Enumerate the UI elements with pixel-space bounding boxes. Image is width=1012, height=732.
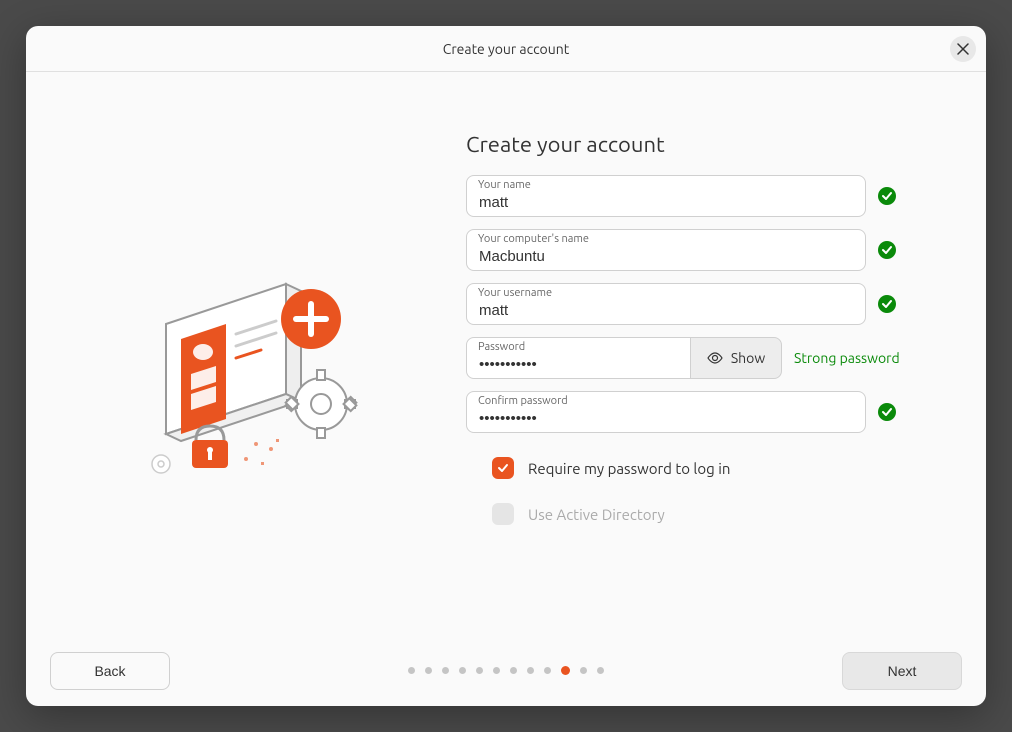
next-button[interactable]: Next (842, 652, 962, 690)
illustration-panel (66, 132, 446, 616)
titlebar: Create your account (26, 26, 986, 72)
name-row: Your name (466, 175, 926, 217)
username-row: Your username (466, 283, 926, 325)
confirm-row: Confirm password (466, 391, 926, 433)
check-icon (878, 187, 896, 205)
confirm-input[interactable] (466, 391, 866, 433)
installer-window: Create your account (26, 26, 986, 706)
step-dot (510, 667, 517, 674)
name-input[interactable] (466, 175, 866, 217)
active-directory-row: Use Active Directory (492, 503, 926, 525)
page-title: Create your account (466, 132, 926, 157)
check-icon (878, 241, 896, 259)
step-dot (425, 667, 432, 674)
account-illustration-icon (126, 244, 386, 504)
username-field-wrapper: Your username (466, 283, 866, 325)
content-area: Create your account Your name Your compu… (26, 72, 986, 636)
username-input[interactable] (466, 283, 866, 325)
name-field-wrapper: Your name (466, 175, 866, 217)
step-dot (493, 667, 500, 674)
password-field-wrapper: Password Show (466, 337, 782, 379)
close-button[interactable] (950, 36, 976, 62)
step-dot (561, 666, 570, 675)
step-dots (408, 667, 604, 675)
require-password-row: Require my password to log in (492, 457, 926, 479)
check-icon (878, 295, 896, 313)
step-dot (580, 667, 587, 674)
step-dot (544, 667, 551, 674)
step-dot (442, 667, 449, 674)
confirm-field-wrapper: Confirm password (466, 391, 866, 433)
require-password-checkbox[interactable] (492, 457, 514, 479)
computer-input[interactable] (466, 229, 866, 271)
computer-field-wrapper: Your computer's name (466, 229, 866, 271)
window-title: Create your account (443, 41, 569, 57)
show-label: Show (731, 350, 765, 366)
step-dot (408, 667, 415, 674)
eye-icon (707, 350, 723, 366)
check-icon (878, 403, 896, 421)
close-icon (957, 43, 969, 55)
footer: Back Next (26, 636, 986, 706)
step-dot (527, 667, 534, 674)
password-row: Password Show Strong password (466, 337, 926, 379)
step-dot (459, 667, 466, 674)
computer-row: Your computer's name (466, 229, 926, 271)
form-panel: Create your account Your name Your compu… (446, 132, 946, 616)
step-dot (476, 667, 483, 674)
show-password-button[interactable]: Show (690, 337, 782, 379)
active-directory-label: Use Active Directory (528, 506, 665, 523)
password-strength: Strong password (794, 350, 900, 366)
password-input[interactable] (466, 337, 691, 379)
step-dot (597, 667, 604, 674)
require-password-label: Require my password to log in (528, 460, 730, 477)
active-directory-checkbox (492, 503, 514, 525)
checkmark-icon (496, 461, 510, 475)
back-button[interactable]: Back (50, 652, 170, 690)
